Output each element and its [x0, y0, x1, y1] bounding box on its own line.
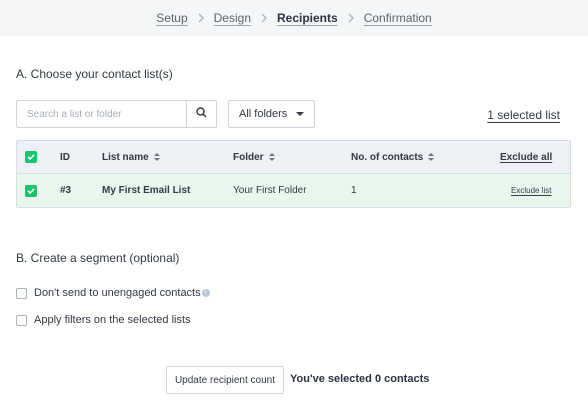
header-folder[interactable]: Folder — [233, 141, 275, 173]
unengaged-label: Don't send to unengaged contacts — [34, 287, 201, 299]
chevron-right-icon — [194, 12, 208, 24]
folder-filter-value: All folders — [239, 108, 288, 120]
chevron-right-icon — [344, 12, 358, 24]
exclude-list-link[interactable]: Exclude list — [511, 186, 551, 195]
unengaged-checkbox[interactable] — [16, 287, 27, 299]
select-all-checkbox[interactable] — [25, 151, 37, 163]
row-folder: Your First Folder — [233, 185, 307, 196]
selected-list-count[interactable]: 1 selected list — [487, 108, 560, 122]
step-setup[interactable]: Setup — [156, 11, 187, 25]
filters-option[interactable]: Apply filters on the selected lists — [16, 314, 191, 326]
chevron-right-icon — [257, 12, 271, 24]
check-icon — [27, 187, 35, 194]
step-recipients[interactable]: Recipients — [277, 11, 338, 25]
header-list-name[interactable]: List name — [102, 141, 160, 173]
sort-icon — [268, 153, 275, 161]
table-row[interactable]: #3 My First Email List Your First Folder… — [17, 174, 570, 207]
row-contacts: 1 — [351, 185, 357, 196]
filters-checkbox[interactable] — [16, 314, 27, 326]
folder-filter-select[interactable]: All folders — [228, 100, 315, 128]
search-box — [16, 100, 217, 128]
section-b-title: B. Create a segment (optional) — [16, 251, 180, 265]
search-icon — [196, 105, 207, 123]
section-a-title: A. Choose your contact list(s) — [16, 67, 173, 81]
search-input[interactable] — [17, 101, 186, 127]
step-design[interactable]: Design — [214, 11, 251, 25]
filters-label: Apply filters on the selected lists — [34, 314, 191, 326]
step-confirmation[interactable]: Confirmation — [364, 11, 432, 25]
caret-down-icon — [296, 112, 304, 116]
check-icon — [27, 154, 35, 161]
row-list-name: My First Email List — [102, 185, 191, 196]
row-checkbox[interactable] — [25, 184, 37, 197]
contact-list-table: ID List name Folder No. of contacts Excl… — [16, 140, 571, 208]
search-button[interactable] — [186, 101, 216, 127]
info-icon[interactable]: i — [201, 289, 210, 297]
selected-contacts-text: You've selected 0 contacts — [290, 373, 430, 385]
progress-stepper: Setup Design Recipients Confirmation — [0, 0, 588, 36]
exclude-all-link[interactable]: Exclude all — [500, 152, 552, 163]
header-id: ID — [60, 151, 70, 163]
sort-icon — [428, 153, 435, 161]
table-header: ID List name Folder No. of contacts Excl… — [17, 141, 570, 174]
unengaged-option[interactable]: Don't send to unengaged contacts i — [16, 287, 210, 299]
sort-icon — [153, 153, 160, 161]
row-id: #3 — [60, 185, 72, 196]
update-recipient-count-button[interactable]: Update recipient count — [166, 366, 284, 394]
header-contacts[interactable]: No. of contacts — [351, 141, 435, 173]
